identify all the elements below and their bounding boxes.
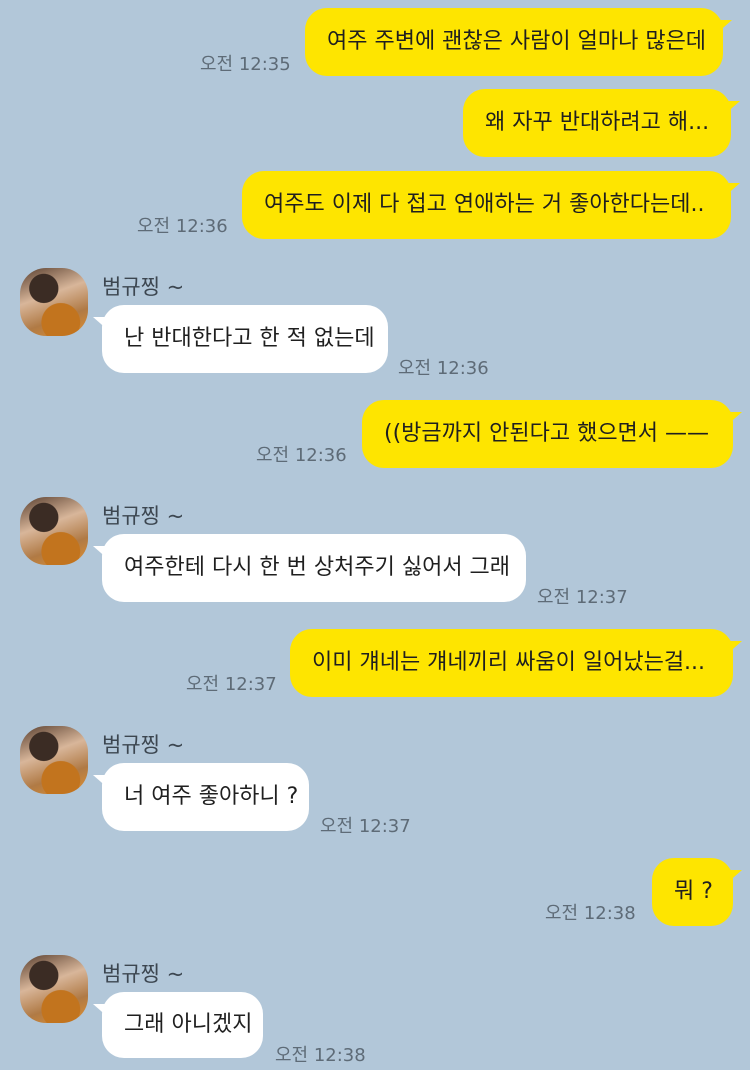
message-time: 오전 12:37 [320, 816, 411, 837]
message-bubble-sent[interactable]: 왜 자꾸 반대하려고 해... [463, 89, 740, 157]
message-time: 오전 12:37 [537, 587, 628, 608]
message-time: 오전 12:35 [200, 54, 291, 75]
message-bubble-received[interactable]: 난 반대한다고 한 적 없는데 [93, 305, 388, 373]
message-bubble-sent[interactable]: 이미 걔네는 걔네끼리 싸움이 일어났는걸... [290, 629, 742, 697]
message-time: 오전 12:38 [275, 1045, 366, 1066]
message-bubble-sent[interactable]: 여주도 이제 다 접고 연애하는 거 좋아한다는데.. [242, 171, 740, 239]
message-time: 오전 12:37 [186, 674, 277, 695]
contact-avatar[interactable] [20, 726, 88, 794]
message-time: 오전 12:36 [137, 216, 228, 237]
contact-name: 범규찡 ~ [102, 733, 185, 757]
message-bubble-received[interactable]: 여주한테 다시 한 번 상처주기 싫어서 그래 [93, 534, 526, 602]
message-time: 오전 12:36 [256, 445, 347, 466]
message-time: 오전 12:36 [398, 358, 489, 379]
message-bubble-sent[interactable]: ((방금까지 안된다고 했으면서 —— [362, 400, 742, 468]
message-bubble-received[interactable]: 너 여주 좋아하니 ? [93, 763, 309, 831]
contact-name: 범규찡 ~ [102, 275, 185, 299]
contact-avatar[interactable] [20, 955, 88, 1023]
message-bubble-received[interactable]: 그래 아니겠지 [93, 992, 263, 1058]
contact-avatar[interactable] [20, 497, 88, 565]
contact-avatar[interactable] [20, 268, 88, 336]
contact-name: 범규찡 ~ [102, 962, 185, 986]
message-time: 오전 12:38 [545, 903, 636, 924]
message-bubble-sent[interactable]: 여주 주변에 괜찮은 사람이 얼마나 많은데 [305, 8, 732, 76]
message-bubble-sent[interactable]: 뭐 ? [652, 858, 742, 926]
contact-name: 범규찡 ~ [102, 504, 185, 528]
